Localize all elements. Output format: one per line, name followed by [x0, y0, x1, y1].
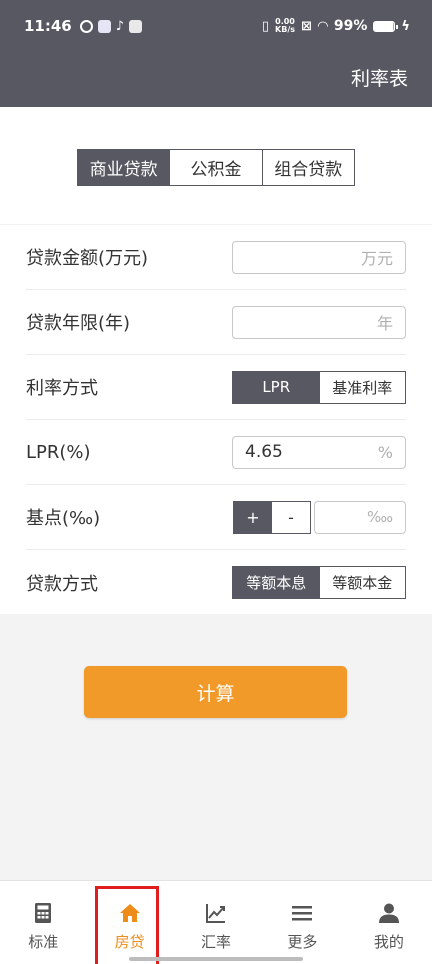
lpr-label: LPR(%) — [26, 441, 91, 463]
status-bar: 11:46 ♪ ▯ 0.00 KB/s ⊠ ◠ 99% ϟ — [0, 0, 432, 52]
nav-standard[interactable]: 标准 — [0, 881, 86, 964]
term-input[interactable]: 年 — [232, 305, 406, 339]
nav-label: 房贷 — [114, 933, 145, 951]
amount-row: 贷款金额(万元) 万元 — [26, 225, 406, 290]
amount-input[interactable]: 万元 — [232, 240, 406, 274]
plus-button[interactable]: + — [234, 501, 272, 533]
rate-mode-row: 利率方式 LPR 基准利率 — [26, 355, 406, 420]
sim-icon: ⊠ — [301, 18, 312, 34]
home-indicator — [129, 957, 303, 961]
tab-commercial-loan[interactable]: 商业贷款 — [78, 150, 171, 185]
calculator-icon — [31, 901, 55, 925]
repay-mode-label: 贷款方式 — [26, 573, 98, 595]
home-icon — [118, 901, 142, 925]
amount-label: 贷款金额(万元) — [26, 248, 149, 269]
term-label: 贷款年限(年) — [26, 313, 131, 334]
basis-point-unit: ‱ — [366, 508, 393, 526]
loan-type-section: 商业贷款 公积金 组合贷款 — [0, 107, 432, 224]
repay-mode-toggle: 等额本息 等额本金 — [232, 566, 406, 599]
repay-equal-principal[interactable]: 等额本金 — [319, 567, 405, 598]
network-speed: 0.00 KB/s — [275, 17, 295, 34]
nav-label: 更多 — [287, 933, 318, 951]
basis-point-row: 基点(‰) + - ‱ — [26, 485, 406, 550]
notification-app-icon — [97, 19, 111, 33]
status-time: 11:46 — [24, 17, 72, 35]
lpr-unit: % — [377, 442, 393, 462]
user-icon — [377, 901, 401, 925]
nav-exchange-rate[interactable]: 汇率 — [173, 881, 259, 964]
loan-type-tabs: 商业贷款 公积金 组合贷款 — [77, 149, 355, 186]
chart-line-icon — [204, 901, 228, 925]
rate-mode-lpr[interactable]: LPR — [233, 371, 320, 403]
tab-provident-fund[interactable]: 公积金 — [170, 150, 263, 185]
status-indicators: ▯ 0.00 KB/s ⊠ ◠ 99% ϟ — [261, 17, 410, 35]
loan-form: 贷款金额(万元) 万元 贷款年限(年) 年 利率方式 LPR 基准利率 LPR(… — [0, 225, 432, 614]
nav-mine[interactable]: 我的 — [346, 881, 432, 964]
minus-button[interactable]: - — [272, 501, 310, 533]
amount-unit: 万元 — [360, 249, 393, 268]
wifi-icon: ◠ — [317, 18, 328, 34]
tab-combined-loan[interactable]: 组合贷款 — [262, 150, 354, 185]
calculate-button[interactable]: 计算 — [84, 666, 347, 718]
battery-percent: 99% — [333, 18, 368, 34]
bottom-nav: 标准 房贷 汇率 更多 我的 — [0, 880, 432, 964]
nav-label: 标准 — [28, 933, 59, 951]
nav-label: 汇率 — [201, 933, 232, 951]
nav-mortgage[interactable]: 房贷 — [86, 881, 172, 964]
basis-point-input[interactable]: ‱ — [314, 500, 406, 534]
term-unit: 年 — [376, 314, 393, 333]
tiktok-icon: ♪ — [115, 18, 125, 34]
repay-equal-installment[interactable]: 等额本息 — [233, 567, 320, 598]
vibrate-icon: ▯ — [261, 18, 270, 34]
notification-app-icon — [129, 19, 143, 33]
rate-mode-benchmark[interactable]: 基准利率 — [319, 371, 405, 403]
lpr-input[interactable]: 4.65 % — [232, 435, 406, 469]
term-row: 贷款年限(年) 年 — [26, 290, 406, 355]
menu-icon — [290, 901, 314, 925]
basis-point-label: 基点(‰) — [26, 508, 101, 529]
nav-more[interactable]: 更多 — [259, 881, 345, 964]
charging-icon: ϟ — [401, 18, 410, 34]
header-bar: 11:46 ♪ ▯ 0.00 KB/s ⊠ ◠ 99% ϟ 利率表 — [0, 0, 432, 107]
notification-app-icon — [79, 19, 93, 33]
basis-point-sign-toggle: + - — [233, 500, 311, 534]
lpr-row: LPR(%) 4.65 % — [26, 420, 406, 485]
nav-label: 我的 — [373, 933, 404, 951]
rate-table-button[interactable]: 利率表 — [351, 64, 408, 91]
rate-mode-label: 利率方式 — [26, 378, 98, 399]
repay-mode-row: 贷款方式 等额本息 等额本金 — [26, 550, 406, 615]
rate-mode-toggle: LPR 基准利率 — [232, 370, 406, 404]
battery-icon — [373, 20, 399, 32]
